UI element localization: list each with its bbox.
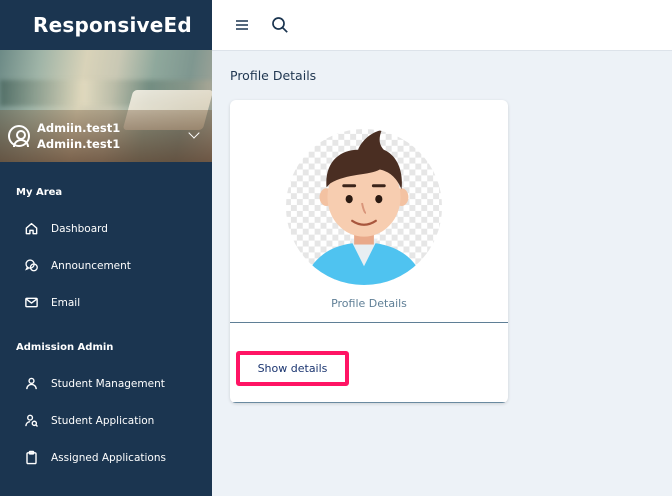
section-title-admission-admin: Admission Admin xyxy=(16,342,114,353)
user-menu-toggle[interactable]: Admiin.test12F Admiin.test12L xyxy=(8,118,202,154)
profile-caption: Profile Details xyxy=(331,297,407,310)
sidebar-item-email[interactable]: Email xyxy=(0,284,212,321)
show-details-button[interactable]: Show details xyxy=(236,351,349,386)
sidebar: ResponsiveEd Admiin.test12F Admiin.test1… xyxy=(0,0,212,496)
user-last-name: Admiin.test12L xyxy=(37,137,121,151)
sidebar-item-label: Assigned Applications xyxy=(51,451,166,464)
sidebar-item-label: Email xyxy=(51,296,81,309)
sidebar-item-assigned-applications[interactable]: Assigned Applications xyxy=(0,439,212,476)
section-title-my-area: My Area xyxy=(16,187,63,198)
menu-icon[interactable] xyxy=(232,15,252,35)
person-icon xyxy=(26,377,37,390)
chevron-down-icon[interactable] xyxy=(188,127,200,139)
profile-card: Profile Details Show details xyxy=(230,100,508,403)
user-avatar-icon xyxy=(8,125,30,147)
clipboard-icon xyxy=(26,450,37,465)
sidebar-item-student-management[interactable]: Student Management xyxy=(0,365,212,402)
search-icon[interactable] xyxy=(270,15,290,35)
profile-avatar-image xyxy=(285,128,443,286)
sidebar-item-dashboard[interactable]: Dashboard xyxy=(0,210,212,247)
sidebar-item-student-application[interactable]: Student Application xyxy=(0,402,212,439)
card-bottom-border xyxy=(230,402,508,403)
user-banner: Admiin.test12F Admiin.test12L xyxy=(0,50,212,162)
brand-logo: ResponsiveEd xyxy=(33,13,192,37)
top-bar xyxy=(212,0,672,51)
sidebar-item-label: Dashboard xyxy=(51,222,108,235)
home-icon xyxy=(25,222,38,235)
sidebar-item-announcement[interactable]: Announcement xyxy=(0,247,212,284)
user-names: Admiin.test12F Admiin.test12L xyxy=(37,120,121,152)
sidebar-item-label: Announcement xyxy=(51,259,131,272)
sidebar-item-label: Student Application xyxy=(51,414,155,427)
sidebar-item-label: Student Management xyxy=(51,377,165,390)
card-divider xyxy=(230,322,508,323)
mail-icon xyxy=(25,297,38,308)
user-first-name: Admiin.test12F xyxy=(37,121,121,135)
person-search-icon xyxy=(25,414,38,427)
chat-icon xyxy=(25,259,38,272)
page-title: Profile Details xyxy=(230,68,317,83)
